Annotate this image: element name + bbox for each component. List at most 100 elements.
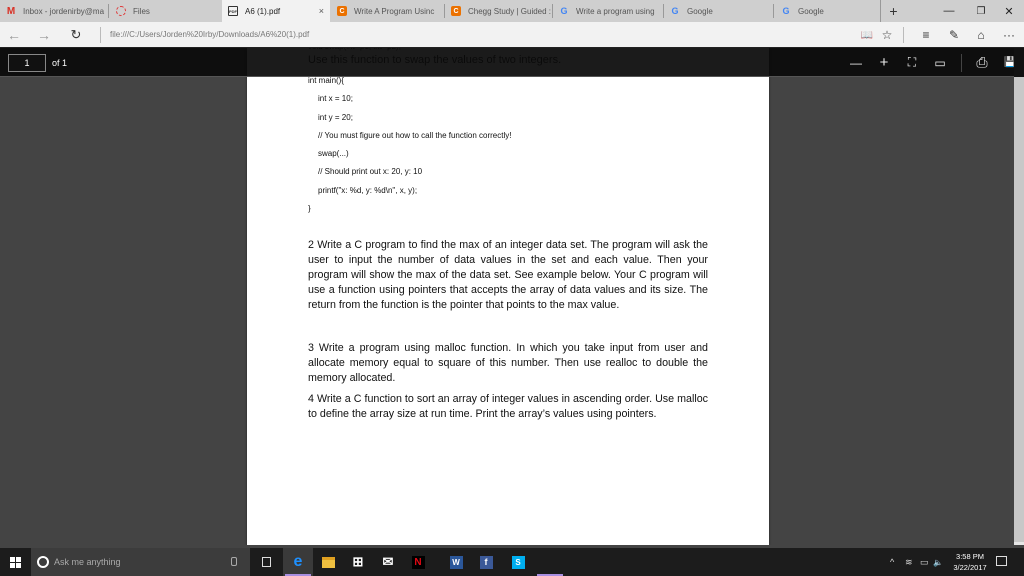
- code-line: int x = 10;: [318, 94, 353, 104]
- cortana-icon: [37, 556, 49, 568]
- store-icon: ⊞: [352, 554, 364, 569]
- url-field[interactable]: file:///C:/Users/Jorden%20Irby/Downloads…: [110, 22, 309, 48]
- page-content: void swap(int *p1, int *p2); Use this fu…: [308, 48, 708, 422]
- code-line: printf("x: %d, y: %d\n", x, y);: [318, 185, 418, 195]
- taskbar: Ask me anything e ⊞ ✉ N W f S ^ ≋ ▭ 🔈 3:…: [0, 548, 1024, 576]
- tab-label: Files: [133, 6, 150, 16]
- netflix-icon: N: [411, 555, 425, 569]
- web-note-icon[interactable]: ✎: [943, 22, 965, 48]
- code-line: int y = 20;: [318, 112, 353, 122]
- page-number-input[interactable]: [8, 54, 46, 72]
- fit-page-button[interactable]: ⛶: [899, 48, 925, 77]
- gmail-icon: M: [6, 5, 16, 17]
- taskbar-store[interactable]: ⊞: [343, 548, 373, 576]
- task-view-icon: [261, 557, 271, 567]
- tab-write-a-program[interactable]: C Write A Program Usinc: [331, 0, 445, 22]
- toolbar-edge: [1014, 48, 1024, 77]
- taskbar-netflix[interactable]: N: [403, 548, 433, 576]
- tab-files[interactable]: Files: [110, 0, 222, 22]
- windows-logo-icon: [9, 556, 21, 568]
- show-hidden-icons-button[interactable]: ^: [890, 548, 894, 576]
- taskbar-file-explorer[interactable]: [313, 548, 343, 576]
- tab-inbox[interactable]: M Inbox - jordenirby@ma: [0, 0, 109, 22]
- more-icon[interactable]: ···: [998, 22, 1020, 48]
- reading-view-icon[interactable]: 📖: [856, 22, 878, 48]
- new-tab-button[interactable]: +: [880, 0, 906, 22]
- taskbar-app-grid[interactable]: [535, 548, 565, 576]
- code-line: }: [308, 204, 311, 214]
- action-center-icon[interactable]: [996, 556, 1007, 566]
- edge-icon: e: [293, 553, 303, 570]
- tab-bar: M Inbox - jordenirby@ma Files PDF A6 (1)…: [0, 0, 1024, 22]
- clock[interactable]: 3:58 PM 3/22/2017: [948, 551, 992, 573]
- page-count-label: of 1: [52, 58, 68, 68]
- divider: [100, 27, 101, 43]
- divider: [903, 27, 904, 43]
- two-page-view-button[interactable]: ▭: [927, 48, 953, 77]
- tab-label: Write A Program Usinc: [354, 6, 435, 16]
- forward-button[interactable]: →: [30, 22, 58, 48]
- tab-label: Google: [687, 6, 713, 16]
- tab-label: Chegg Study | Guided :: [468, 6, 552, 16]
- refresh-button[interactable]: ↻: [62, 22, 90, 48]
- tab-label: Inbox - jordenirby@ma: [23, 6, 105, 16]
- taskbar-edge[interactable]: e: [283, 548, 313, 576]
- tab-google-2[interactable]: G Google: [775, 0, 880, 22]
- tab-a6-pdf[interactable]: PDF A6 (1).pdf ×: [222, 0, 330, 22]
- tab-chegg-study[interactable]: C Chegg Study | Guided :: [445, 0, 553, 22]
- zoom-in-button[interactable]: +: [871, 48, 897, 77]
- files-icon: [116, 6, 126, 16]
- code-line: swap(...): [318, 149, 349, 159]
- close-window-button[interactable]: ✕: [990, 0, 1024, 22]
- task-view-button[interactable]: [251, 548, 281, 576]
- zoom-out-button[interactable]: —: [843, 48, 869, 77]
- taskbar-skype[interactable]: S: [503, 548, 533, 576]
- cortana-search-box[interactable]: Ask me anything: [31, 548, 250, 576]
- pdf-icon: PDF: [228, 6, 238, 16]
- search-placeholder: Ask me anything: [54, 557, 121, 567]
- divider: [961, 54, 962, 72]
- question-4: 4 Write a C function to sort an array of…: [308, 393, 708, 421]
- question-3: 3 Write a program using malloc function.…: [308, 342, 708, 385]
- microphone-icon[interactable]: [231, 557, 237, 566]
- battery-icon[interactable]: ▭: [920, 548, 929, 576]
- code-line: // You must figure out how to call the f…: [318, 130, 512, 140]
- question-2: 2 Write a C program to find the max of a…: [308, 239, 708, 312]
- facebook-icon: f: [479, 555, 493, 569]
- volume-icon[interactable]: 🔈: [933, 548, 943, 576]
- taskbar-mail[interactable]: ✉: [373, 548, 403, 576]
- close-tab-icon[interactable]: ×: [319, 6, 324, 16]
- address-bar: ← → ↻ file:///C:/Users/Jorden%20Irby/Dow…: [0, 22, 1024, 48]
- google-icon: G: [782, 6, 790, 16]
- date: 3/22/2017: [953, 563, 987, 572]
- back-button[interactable]: ←: [0, 22, 28, 48]
- word-icon: W: [449, 555, 463, 569]
- taskbar-facebook[interactable]: f: [471, 548, 501, 576]
- hub-icon[interactable]: ≡: [915, 22, 937, 48]
- folder-icon: [321, 556, 335, 568]
- tab-write-a-program-google[interactable]: G Write a program using: [553, 0, 664, 22]
- tab-label: A6 (1).pdf: [245, 6, 281, 16]
- app-grid-icon: [544, 556, 557, 569]
- network-icon[interactable]: ≋: [905, 548, 913, 576]
- print-button[interactable]: ⎙: [969, 48, 995, 77]
- taskbar-word[interactable]: W: [441, 548, 471, 576]
- google-icon: G: [671, 6, 679, 16]
- skype-icon: S: [511, 555, 525, 569]
- pdf-toolbar: of 1 — + ⛶ ▭ ⎙ 💾: [0, 48, 1016, 77]
- code-line: // Should print out x: 20, y: 10: [318, 167, 423, 177]
- scrollbar-thumb[interactable]: [1014, 77, 1024, 542]
- chegg-icon: C: [451, 6, 461, 16]
- pdf-viewer[interactable]: void swap(int *p1, int *p2); Use this fu…: [0, 48, 1014, 545]
- chegg-icon: C: [337, 6, 347, 16]
- start-button[interactable]: [0, 548, 30, 576]
- mail-icon: ✉: [382, 554, 394, 569]
- tab-label: Write a program using: [576, 6, 655, 16]
- tab-google[interactable]: G Google: [664, 0, 774, 22]
- google-icon: G: [560, 6, 568, 16]
- pdf-page: void swap(int *p1, int *p2); Use this fu…: [247, 48, 769, 545]
- favorite-star-icon[interactable]: ☆: [876, 22, 898, 48]
- tab-label: Google: [798, 6, 824, 16]
- time: 3:58 PM: [956, 552, 984, 561]
- share-icon[interactable]: ⌂: [970, 22, 992, 48]
